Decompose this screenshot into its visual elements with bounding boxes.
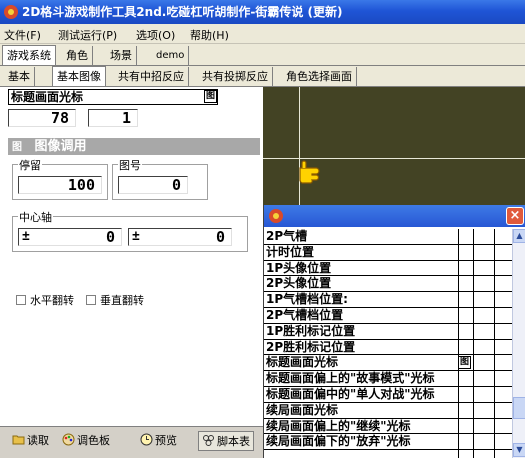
image-number-input[interactable]: 0	[118, 176, 188, 194]
clock-icon	[140, 433, 153, 446]
menu-options[interactable]: 选项(O)	[136, 27, 175, 43]
palette-label: 调色板	[77, 434, 110, 447]
list-item[interactable]: 2P气槽档位置	[264, 308, 512, 324]
list-item[interactable]: 续局画面偏下的"放弃"光标	[264, 434, 512, 451]
item-list-titlebar: ×	[264, 205, 525, 227]
vertical-guide-line	[299, 87, 300, 205]
current-item-title: 标题画面光标	[11, 90, 84, 104]
selected-item-label: 标题画面光标	[266, 355, 339, 370]
flip-vertical-label: 垂直翻转	[100, 294, 144, 307]
close-button[interactable]: ×	[506, 207, 524, 225]
center-y-value: 0	[215, 228, 225, 246]
list-item[interactable]: 计时位置	[264, 245, 512, 261]
flip-horizontal-label: 水平翻转	[30, 294, 74, 307]
current-item-header: 标题画面光标	[8, 89, 218, 105]
image-number-label: 图号	[118, 157, 142, 173]
flip-horizontal-checkbox[interactable]	[16, 295, 26, 305]
stay-input[interactable]: 100	[18, 176, 102, 194]
tab-basic-image[interactable]: 基本图像	[52, 66, 106, 86]
app-icon-small	[269, 209, 283, 223]
palette-button[interactable]: 调色板	[62, 431, 110, 451]
center-x-value: 0	[105, 228, 115, 246]
list-item[interactable]: 1P胜利标记位置	[264, 324, 512, 340]
script-icon	[203, 435, 214, 446]
list-item[interactable]: 2P胜利标记位置	[264, 340, 512, 356]
scroll-up-arrow-icon[interactable]: ▲	[513, 229, 525, 243]
stay-label: 停留	[18, 157, 42, 173]
sub-tab-row: 基本 基本图像 共有中招反应 共有投掷反应 角色选择画面	[0, 66, 525, 87]
center-x-sign: ±	[22, 229, 30, 244]
list-item[interactable]: 标题画面偏上的"故事模式"光标	[264, 371, 512, 387]
preview-canvas[interactable]	[263, 87, 525, 205]
list-item[interactable]: 1P头像位置	[264, 261, 512, 277]
scroll-down-arrow-icon[interactable]: ▼	[513, 443, 525, 457]
preview-label: 预览	[155, 434, 177, 447]
tab-game-system[interactable]: 游戏系统	[2, 45, 56, 65]
center-y-input[interactable]: ± 0	[128, 228, 232, 246]
tab-basic[interactable]: 基本	[4, 67, 35, 87]
palette-icon	[62, 433, 75, 446]
title-bar: 2D格斗游戏制作工具2nd.吃碰杠听胡制作-街霸传说 (更新)	[0, 0, 525, 24]
menu-test-run[interactable]: 测试运行(P)	[58, 27, 117, 43]
center-axis-label: 中心轴	[18, 209, 53, 225]
image-call-section-header: 图 图像调用	[8, 138, 260, 155]
tab-stage[interactable]: 场景	[106, 46, 137, 66]
list-item[interactable]: 2P头像位置	[264, 276, 512, 293]
image-call-title: 图像调用	[34, 139, 87, 154]
center-x-input[interactable]: ± 0	[18, 228, 122, 246]
list-column-divider	[494, 229, 495, 458]
item-list: 2P气槽 计时位置 1P头像位置 2P头像位置 1P气槽档位置: 2P气槽档位置…	[264, 229, 512, 458]
frame-index-field[interactable]: 78	[8, 109, 76, 127]
frame-count-field[interactable]: 1	[88, 109, 138, 127]
tab-char-select-screen[interactable]: 角色选择画面	[282, 67, 357, 87]
tab-demo[interactable]: demo	[152, 46, 190, 66]
tab-character[interactable]: 角色	[62, 46, 93, 66]
list-item[interactable]: 标题画面偏中的"单人对战"光标	[264, 387, 512, 403]
load-label: 读取	[27, 434, 49, 447]
window-title: 2D格斗游戏制作工具2nd.吃碰杠听胡制作-街霸传说 (更新)	[22, 5, 343, 19]
flip-vertical-checkbox[interactable]	[86, 295, 96, 305]
tab-common-throw-reaction[interactable]: 共有投掷反应	[198, 67, 273, 87]
list-item-selected[interactable]: 标题画面光标 图	[264, 355, 512, 372]
pointing-hand-cursor-icon	[299, 160, 320, 184]
bottom-toolbar: 读取 调色板 预览 脚本表	[0, 426, 263, 458]
list-item[interactable]: 1P气槽档位置:	[264, 292, 512, 308]
main-tab-row: 游戏系统 角色 场景 demo	[0, 44, 525, 66]
row-image-icon: 图	[458, 356, 471, 370]
menu-bar: 文件(F) 测试运行(P) 选项(O) 帮助(H)	[0, 24, 525, 44]
script-table-label: 脚本表	[217, 435, 250, 448]
list-item[interactable]: 2P气槽	[264, 229, 512, 245]
list-column-divider	[458, 229, 459, 458]
menu-help[interactable]: 帮助(H)	[190, 27, 229, 43]
image-call-icon: 图	[12, 142, 22, 153]
load-button[interactable]: 读取	[12, 431, 49, 451]
item-list-window: × 2P气槽 计时位置 1P头像位置 2P头像位置 1P气槽档位置: 2P气槽档…	[263, 205, 525, 458]
tab-common-hit-reaction[interactable]: 共有中招反应	[114, 67, 189, 87]
center-y-sign: ±	[132, 229, 140, 244]
menu-file[interactable]: 文件(F)	[4, 27, 41, 43]
app-icon	[4, 5, 18, 19]
image-icon[interactable]: 图	[204, 90, 217, 103]
list-scrollbar[interactable]: ▲ ▼	[512, 229, 525, 458]
list-item[interactable]: 续局画面光标	[264, 403, 512, 419]
script-table-button[interactable]: 脚本表	[198, 431, 254, 451]
folder-icon	[12, 435, 25, 445]
scroll-thumb[interactable]	[513, 397, 525, 419]
list-column-divider	[473, 229, 474, 458]
list-item[interactable]: 续局画面偏上的"继续"光标	[264, 419, 512, 435]
preview-button[interactable]: 预览	[140, 431, 177, 451]
